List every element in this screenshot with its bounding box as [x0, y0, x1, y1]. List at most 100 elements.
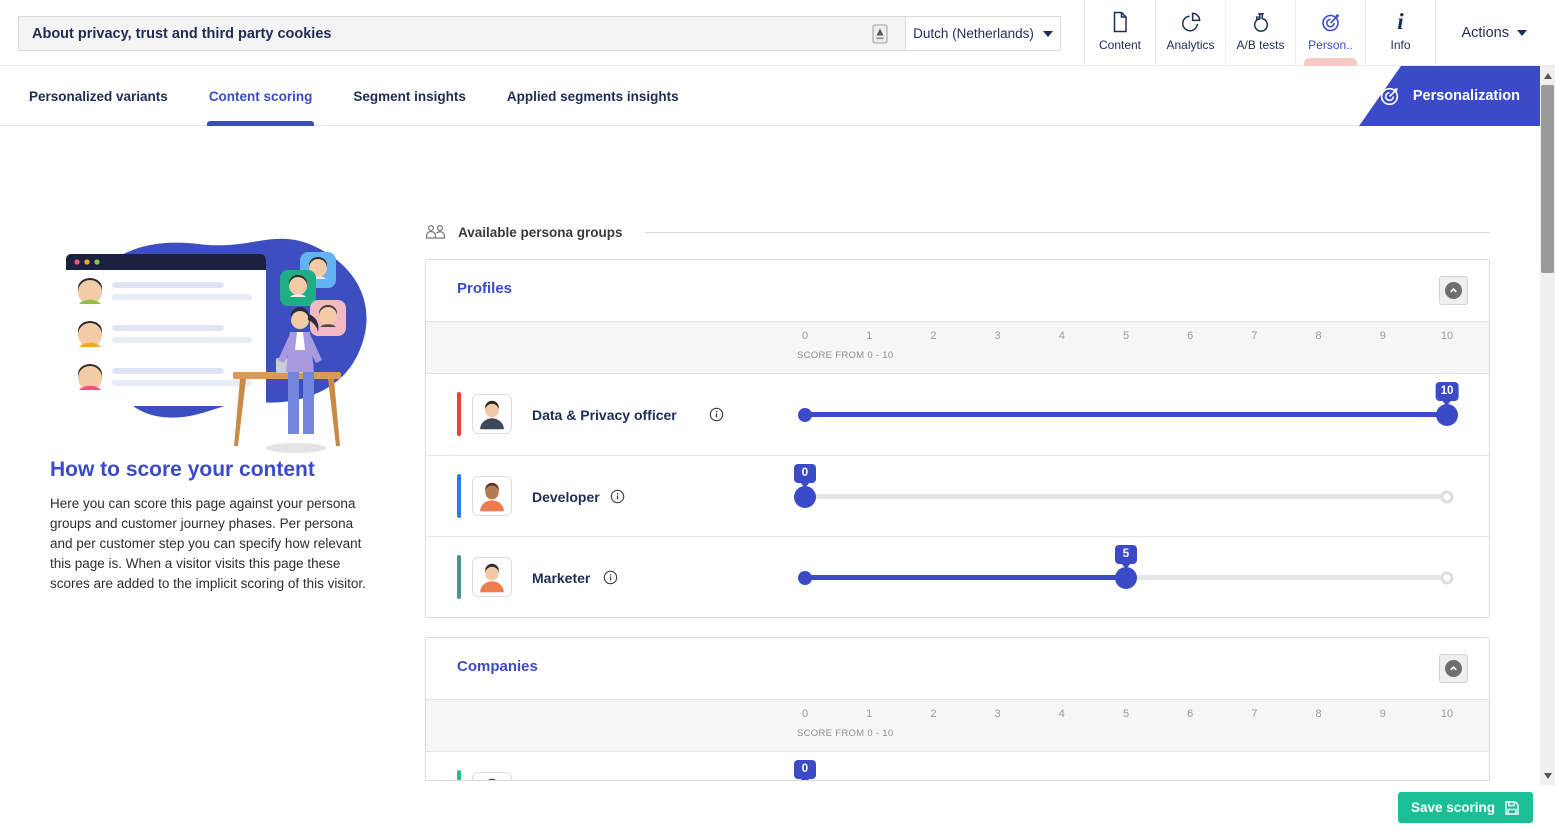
intro-illustration — [48, 208, 383, 458]
score-badge: 0 — [794, 760, 816, 779]
scale-ticks: 012345678910 — [797, 330, 1455, 344]
text-field-icon — [872, 24, 888, 44]
score-slider[interactable]: 0 — [797, 456, 1455, 537]
scrollbar-thumb[interactable] — [1541, 85, 1554, 273]
intro-heading: How to score your content — [50, 458, 315, 482]
toolbar-item-ab-tests[interactable]: A/B tests — [1225, 0, 1295, 66]
active-toolbar-indicator — [1304, 58, 1357, 66]
scrollbar-down-arrow[interactable] — [1540, 768, 1555, 783]
language-selector-value: Dutch (Netherlands) — [913, 26, 1034, 41]
slider-handle[interactable] — [1115, 567, 1137, 589]
language-selector[interactable]: Dutch (Netherlands) — [906, 16, 1061, 51]
tab-personalized-variants[interactable]: Personalized variants — [29, 66, 168, 126]
floppy-disk-icon — [1504, 800, 1520, 816]
toolbar-item-analytics[interactable]: Analytics — [1155, 0, 1225, 66]
persona-accent-bar — [457, 555, 461, 599]
persona-accent-bar — [457, 474, 461, 518]
scale-header: 012345678910 SCORE FROM 0 - 10 — [426, 699, 1489, 752]
persona-row: Data & Privacy officer 10 — [426, 374, 1489, 455]
toolbar-item-info[interactable]: i Info — [1365, 0, 1435, 66]
info-icon[interactable] — [709, 407, 724, 422]
groups-host: Profiles 012345678910 SCORE FROM 0 - 10 — [425, 259, 1490, 781]
document-icon — [1107, 9, 1133, 35]
intro-body: Here you can score this page against you… — [50, 494, 372, 594]
footer-bar: Save scoring — [0, 781, 1555, 830]
info-icon[interactable] — [603, 570, 618, 585]
people-group-icon — [425, 223, 446, 241]
flask-icon — [1248, 9, 1274, 35]
scale-tick: 7 — [1251, 708, 1257, 720]
score-slider[interactable]: 10 — [797, 374, 1455, 455]
collapse-group-button[interactable] — [1439, 276, 1468, 305]
scale-tick: 7 — [1251, 330, 1257, 342]
toolbar-item-label: Person.. — [1308, 38, 1353, 52]
score-badge: 10 — [1436, 382, 1459, 401]
persona-row: Developer 0 — [426, 455, 1489, 536]
score-badge-value: 0 — [802, 467, 808, 479]
collapse-group-button[interactable] — [1439, 654, 1468, 683]
scale-tick: 0 — [802, 330, 808, 342]
scale-tick: 1 — [866, 330, 872, 342]
tab-bar: Personalized variants Content scoring Se… — [0, 66, 1555, 126]
tab-content-scoring[interactable]: Content scoring — [209, 66, 313, 126]
top-bar: Dutch (Netherlands) Content — [0, 0, 1555, 66]
slider-fill — [805, 412, 1447, 417]
scale-tick: 9 — [1380, 708, 1386, 720]
score-slider[interactable]: 5 — [797, 537, 1455, 618]
persona-row: Marketer 5 — [426, 536, 1489, 617]
scale-tick: 6 — [1187, 708, 1193, 720]
toolbar-item-content[interactable]: Content — [1085, 0, 1155, 66]
scale-tick: 2 — [930, 708, 936, 720]
info-icon: i — [1388, 9, 1414, 35]
persona-group-card: Profiles 012345678910 SCORE FROM 0 - 10 — [425, 259, 1490, 618]
score-badge-value: 5 — [1123, 548, 1129, 560]
toolbar-item-label: Info — [1390, 38, 1410, 52]
persona-name: Developer — [532, 456, 600, 537]
chevron-down-icon — [1043, 31, 1053, 37]
group-header: Profiles — [426, 260, 1489, 321]
score-badge: 5 — [1115, 545, 1137, 564]
group-title: Companies — [457, 658, 538, 675]
personalization-corner-badge: Personalization — [1359, 66, 1540, 126]
scrollbar-up-arrow[interactable] — [1540, 68, 1555, 83]
scale-tick: 2 — [930, 330, 936, 342]
actions-label: Actions — [1461, 25, 1509, 41]
slider-start-cap — [798, 408, 812, 422]
content-editor-app: Dutch (Netherlands) Content — [0, 0, 1555, 830]
toolbar-item-label: A/B tests — [1236, 38, 1284, 52]
group-title: Profiles — [457, 280, 512, 297]
personalization-corner-badge-label: Personalization — [1413, 88, 1520, 104]
slider-start-cap — [798, 571, 812, 585]
persona-avatar — [472, 476, 512, 516]
persona-groups-section-title: Available persona groups — [458, 225, 623, 240]
slider-handle[interactable] — [1436, 404, 1458, 426]
info-icon[interactable] — [610, 489, 625, 504]
scale-tick: 4 — [1059, 708, 1065, 720]
scoring-column: Available persona groups Profiles 0 1 2 3 4 5… — [425, 222, 1490, 781]
score-badge-value: 10 — [1441, 385, 1454, 397]
score-slider[interactable]: 0 — [797, 752, 1455, 781]
save-scoring-button[interactable]: Save scoring — [1398, 792, 1533, 823]
actions-dropdown[interactable]: Actions — [1461, 0, 1527, 66]
tab-applied-segments-insights[interactable]: Applied segments insights — [507, 66, 679, 126]
persona-row: 0 — [426, 752, 1489, 781]
scale-header: 012345678910 SCORE FROM 0 - 10 — [426, 321, 1489, 374]
slider-track — [805, 494, 1447, 499]
vertical-scrollbar — [1540, 66, 1555, 785]
scale-tick: 3 — [995, 330, 1001, 342]
persona-group-card: Companies 012345678910 SCORE FROM 0 - 10 — [425, 637, 1490, 781]
target-icon — [1378, 85, 1401, 108]
scale-tick: 4 — [1059, 330, 1065, 342]
tab-segment-insights[interactable]: Segment insights — [353, 66, 466, 126]
group-header: Companies — [426, 638, 1489, 699]
analytics-pie-icon — [1178, 9, 1204, 35]
persona-rows: Data & Privacy officer 10 Devel — [426, 374, 1489, 617]
section-divider — [645, 232, 1490, 233]
chevron-up-icon — [1445, 660, 1462, 677]
page-title-input[interactable] — [18, 16, 906, 51]
toolbar-item-label: Content — [1099, 38, 1141, 52]
toolbar-item-personalization[interactable]: Person.. — [1295, 0, 1365, 66]
tabs: Personalized variants Content scoring Se… — [29, 66, 679, 126]
scale-tick: 5 — [1123, 330, 1129, 342]
slider-handle[interactable] — [794, 486, 816, 508]
